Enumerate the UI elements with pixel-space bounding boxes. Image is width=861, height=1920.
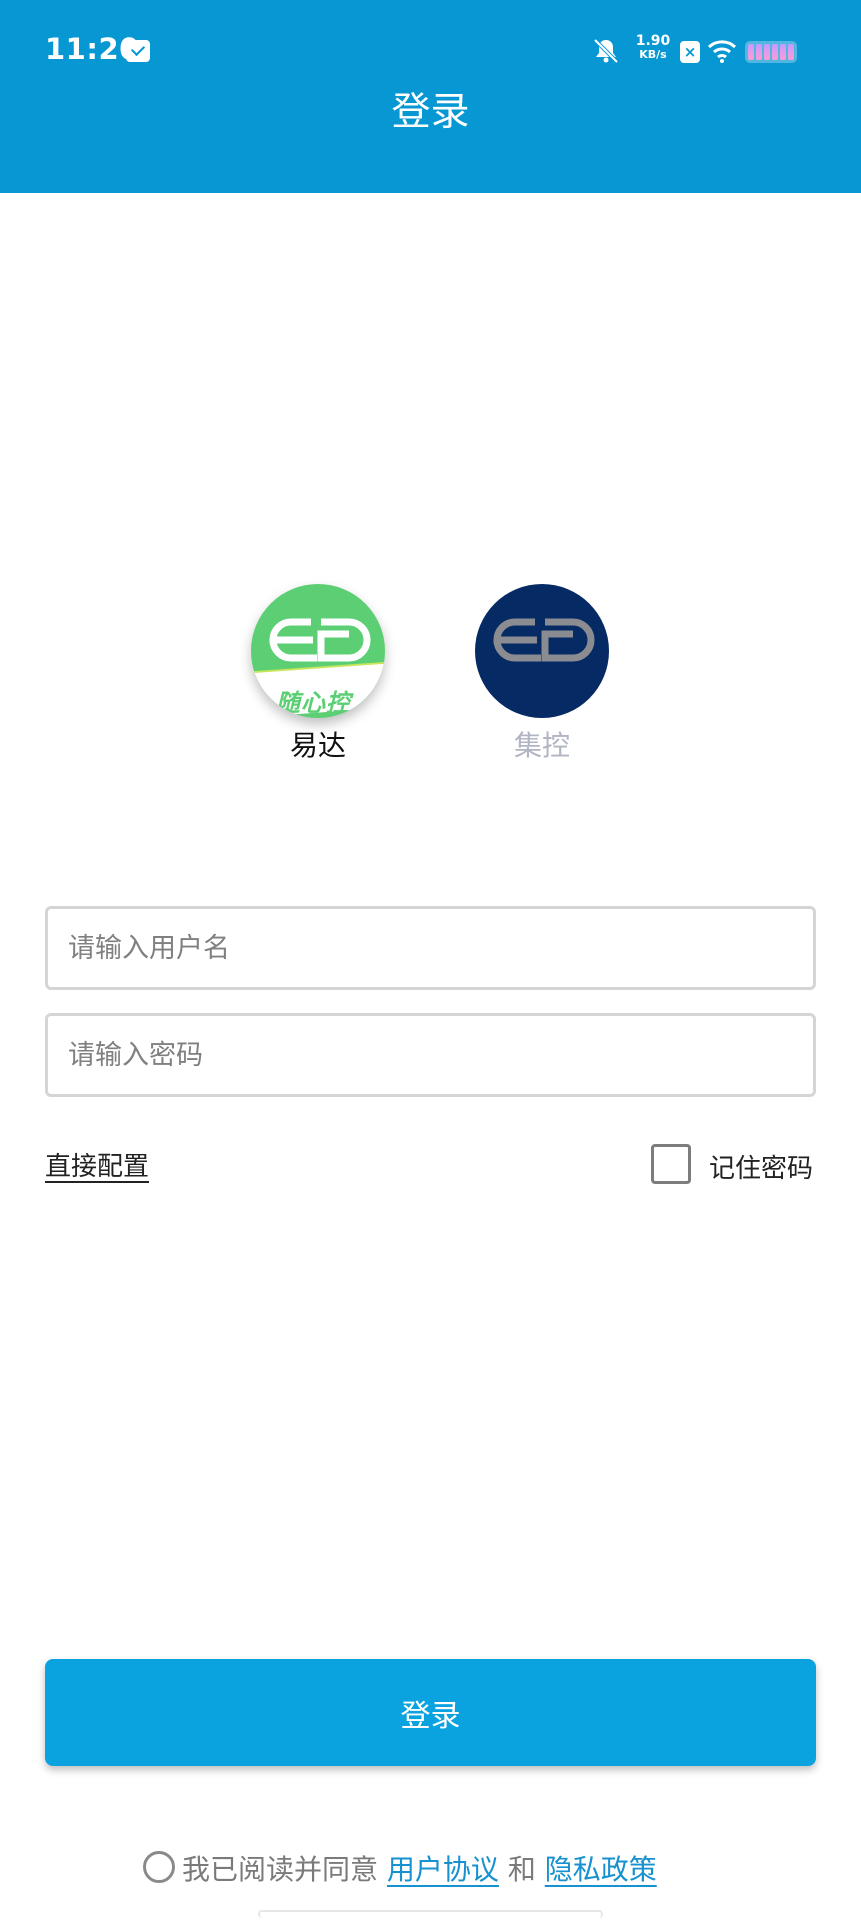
remember-label: 记住密码 [709,1154,814,1184]
yida-slogan: 随心控 [276,689,351,717]
agreement-and: 和 [507,1853,536,1886]
direct-config-link[interactable]: 直接配置 [45,1146,149,1183]
brand-name-yida: 易达 [289,729,346,762]
jikong-logo [475,584,609,718]
page-title: 登录 [391,90,470,135]
brand-name-jikong: 集控 [513,729,570,762]
username-input[interactable] [45,906,816,990]
agreement-prefix: 我已阅读并同意 [182,1853,379,1886]
ed-logo-icon [493,618,595,662]
yida-logo: 随心控 [251,584,385,718]
mail-icon [126,40,150,62]
network-speed: 1.90 KB/s [633,34,673,62]
battery-icon [745,41,797,63]
remember-checkbox[interactable] [651,1144,691,1184]
wifi-icon [707,40,737,63]
login-button[interactable]: 登录 [45,1659,816,1766]
agreement-row: 我已阅读并同意 用户协议 和 隐私政策 [0,1846,861,1890]
privacy-policy-link[interactable]: 隐私政策 [545,1853,657,1886]
brand-option-jikong[interactable]: 集控 [475,584,609,766]
agree-radio[interactable] [143,1851,175,1883]
agreement-text: 我已阅读并同意 用户协议 和 隐私政策 [182,1848,657,1888]
user-agreement-link[interactable]: 用户协议 [387,1853,499,1886]
ed-logo-icon [269,618,371,662]
password-input[interactable] [45,1013,816,1097]
speed-value: 1.90 [635,33,671,49]
app-header: 11:20 1.90 KB/s × 登录 [0,0,861,193]
bell-muted-icon [593,38,619,64]
speed-unit: KB/s [639,48,667,61]
brand-option-yida[interactable]: 随心控 易达 [251,584,385,766]
home-indicator[interactable] [258,1910,603,1918]
x-notification-icon: × [680,41,700,63]
